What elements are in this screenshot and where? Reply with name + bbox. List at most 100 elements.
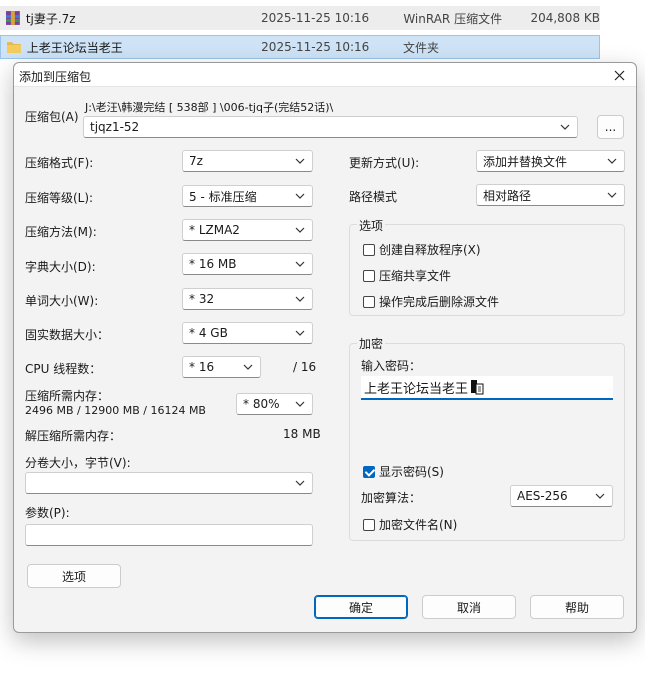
mem-select[interactable]: * 80% [236, 393, 313, 415]
file-type: WinRAR 压缩文件 [403, 11, 503, 26]
checkbox-box [363, 518, 375, 531]
file-size: 204,808 KB [530, 11, 600, 25]
archive-path: J:\老汪\韩漫完结 [ 538部 ] \006-tjq子(完结52话)\ [85, 101, 334, 114]
params-label: 参数(P): [25, 506, 70, 520]
checkbox-box [363, 295, 375, 308]
format-select[interactable]: 7z [182, 150, 313, 172]
params-input[interactable] [25, 524, 313, 546]
chevron-down-icon [243, 364, 253, 370]
dict-label: 字典大小(D): [25, 260, 96, 274]
update-select[interactable]: 添加并替换文件 [476, 150, 625, 172]
chevron-down-icon [295, 261, 305, 267]
level-select[interactable]: 5 - 标准压缩 [182, 185, 313, 207]
ok-button-label: 确定 [348, 600, 373, 615]
path-mode-label: 路径模式 [349, 190, 398, 204]
method-select[interactable]: * LZMA2 [182, 219, 313, 241]
sfx-checkbox[interactable]: 创建自释放程序(X) [363, 241, 481, 258]
cancel-button-label: 取消 [456, 600, 481, 615]
show-password-checkbox[interactable]: 显示密码(S) [363, 463, 444, 480]
format-label: 压缩格式(F): [25, 156, 94, 170]
shared-label: 压缩共享文件 [379, 269, 452, 283]
help-button-label: 帮助 [564, 600, 589, 615]
chevron-down-icon [607, 158, 617, 164]
update-value: 添加并替换文件 [483, 154, 568, 169]
dialog-title: 添加到压缩包 [19, 70, 92, 84]
solid-value: * 4 GB [189, 326, 228, 340]
file-date: 2025-11-25 10:16 [261, 11, 370, 25]
shared-checkbox[interactable]: 压缩共享文件 [363, 267, 451, 284]
options-group-title: 选项 [357, 217, 386, 234]
enc-method-select[interactable]: AES-256 [510, 485, 613, 507]
solid-label: 固实数据大小： [25, 328, 110, 342]
method-value: * LZMA2 [189, 223, 240, 237]
enc-method-label: 加密算法： [361, 491, 422, 505]
level-value: 5 - 标准压缩 [189, 189, 257, 204]
chevron-down-icon [295, 193, 305, 199]
paste-cursor-icon [471, 380, 484, 395]
rar-archive-icon [5, 11, 20, 25]
options-button[interactable]: 选项 [27, 564, 121, 588]
word-label: 单词大小(W): [25, 294, 99, 308]
archive-label: 压缩包(A) [25, 110, 79, 124]
sfx-label: 创建自释放程序(X) [379, 243, 481, 257]
file-date: 2025-11-25 10:16 [261, 40, 370, 54]
split-combo[interactable] [25, 472, 313, 494]
help-button[interactable]: 帮助 [530, 595, 624, 619]
close-button[interactable] [608, 65, 630, 85]
delete-source-label: 操作完成后删除源文件 [379, 295, 500, 309]
file-row-archive[interactable]: tj妻子.7z 2025-11-25 10:16 WinRAR 压缩文件 204… [0, 6, 600, 30]
cpu-max: / 16 [293, 360, 317, 374]
chevron-down-icon [295, 401, 305, 407]
checkbox-box [363, 269, 375, 282]
browse-label: ... [604, 120, 617, 134]
options-button-label: 选项 [61, 569, 86, 584]
browse-button[interactable]: ... [597, 115, 624, 139]
split-label: 分卷大小，字节(V): [25, 456, 131, 470]
decomp-value: 18 MB [283, 427, 321, 441]
file-type: 文件夹 [403, 40, 440, 55]
archive-name-combo[interactable]: tjqz1-52 [83, 116, 578, 138]
chevron-down-icon [295, 296, 305, 302]
show-password-label: 显示密码(S) [379, 465, 444, 479]
password-input[interactable]: 上老王论坛当老王 [361, 376, 613, 400]
file-row-folder[interactable]: 上老王论坛当老王 2025-11-25 10:16 文件夹 [0, 35, 600, 59]
file-name: tj妻子.7z [25, 11, 76, 26]
archive-name-value: tjqz1-52 [90, 120, 140, 134]
decomp-label: 解压缩所需内存： [25, 429, 122, 443]
mem-detail: 2496 MB / 12900 MB / 16124 MB [25, 404, 206, 417]
chevron-down-icon [560, 124, 570, 130]
dict-select[interactable]: * 16 MB [182, 253, 313, 275]
encryption-group-title: 加密 [357, 335, 386, 352]
chevron-down-icon [295, 480, 305, 486]
update-label: 更新方式(U): [349, 156, 420, 170]
password-value: 上老王论坛当老王 [364, 381, 469, 397]
delete-source-checkbox[interactable]: 操作完成后删除源文件 [363, 293, 499, 310]
enc-method-value: AES-256 [517, 489, 568, 503]
chevron-down-icon [295, 158, 305, 164]
cancel-button[interactable]: 取消 [422, 595, 516, 619]
add-to-archive-dialog: 添加到压缩包 压缩包(A) J:\老汪\韩漫完结 [ 538部 ] \006-t… [13, 62, 637, 633]
method-label: 压缩方法(M): [25, 225, 97, 239]
cpu-value: * 16 [189, 360, 215, 374]
mem-value: * 80% [243, 397, 280, 411]
folder-icon [6, 42, 21, 53]
title-bar: 添加到压缩包 [14, 63, 636, 87]
encrypt-names-checkbox[interactable]: 加密文件名(N) [363, 516, 457, 533]
level-label: 压缩等级(L): [25, 191, 94, 205]
dict-value: * 16 MB [189, 257, 237, 271]
close-icon [614, 70, 624, 80]
cpu-select[interactable]: * 16 [182, 356, 261, 378]
format-value: 7z [189, 154, 203, 168]
chevron-down-icon [295, 330, 305, 336]
solid-select[interactable]: * 4 GB [182, 322, 313, 344]
chevron-down-icon [295, 227, 305, 233]
cpu-label: CPU 线程数： [25, 362, 102, 376]
chevron-down-icon [595, 493, 605, 499]
path-mode-value: 相对路径 [483, 188, 532, 203]
word-select[interactable]: * 32 [182, 288, 313, 310]
ok-button[interactable]: 确定 [314, 595, 408, 619]
checkbox-box [363, 243, 375, 256]
chevron-down-icon [607, 192, 617, 198]
encrypt-names-label: 加密文件名(N) [379, 518, 458, 532]
path-mode-select[interactable]: 相对路径 [476, 184, 625, 206]
